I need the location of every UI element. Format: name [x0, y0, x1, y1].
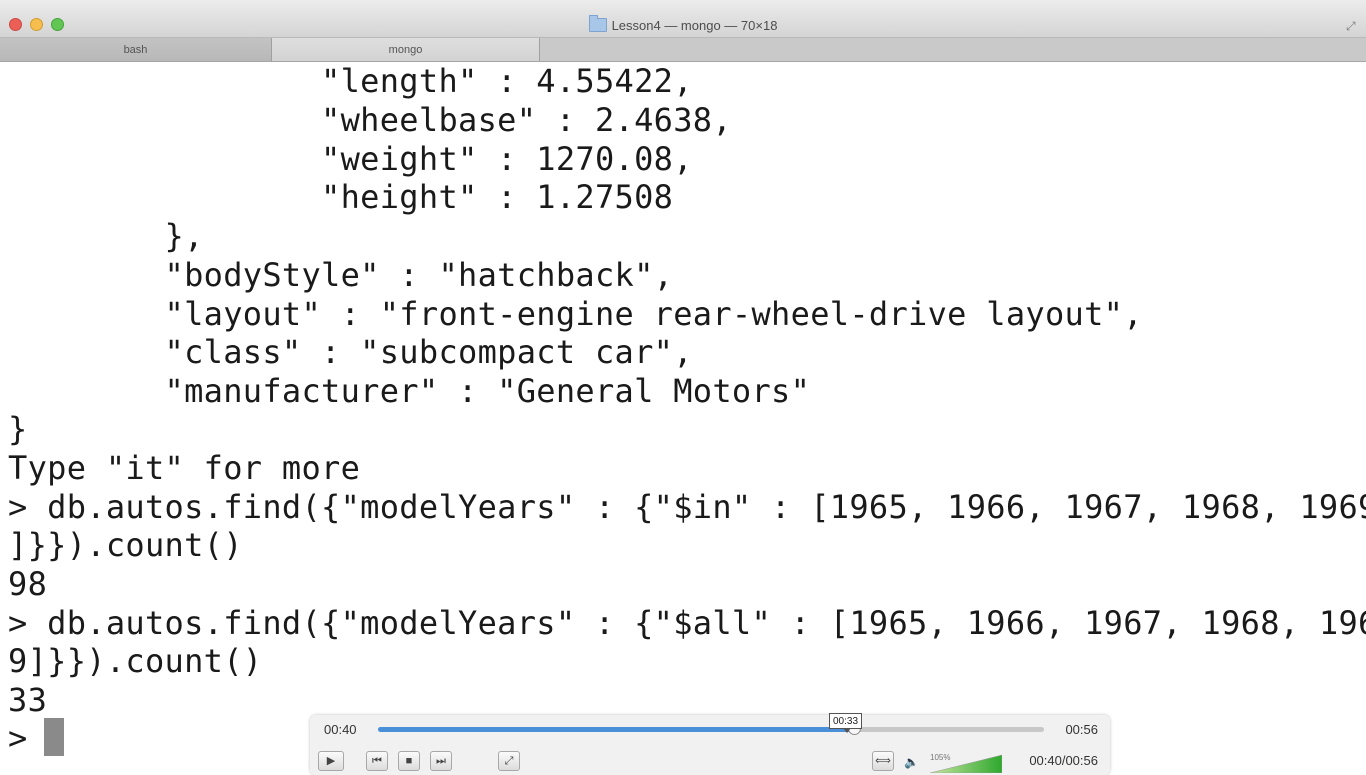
volume-level-label: 105% — [930, 753, 951, 762]
terminal-command: 9]}}).count() — [8, 642, 263, 680]
terminal-line: "height" : 1.27508 — [8, 178, 674, 216]
seek-bar-fill — [378, 727, 855, 732]
window-title: Lesson4 — mongo — 70×18 — [611, 18, 778, 33]
terminal-line: "class" : "subcompact car", — [8, 333, 693, 371]
video-controller: 00:40 00:33 00:56 ▶ ⏮ ■ ⏭ ⤢ ⟺ 🔈 105% 00:… — [310, 713, 1110, 775]
terminal-command: ]}}).count() — [8, 526, 243, 564]
text-cursor — [44, 718, 64, 756]
window-title-container: Lesson4 — mongo — 70×18 — [0, 15, 1366, 35]
next-icon[interactable]: ⏭ — [430, 751, 452, 771]
terminal-window: Lesson4 — mongo — 70×18 ⤢ bash mongo "le… — [0, 0, 1366, 775]
title-bar[interactable]: Lesson4 — mongo — 70×18 ⤢ — [0, 0, 1366, 38]
stop-icon[interactable]: ■ — [398, 751, 420, 771]
terminal-line: Type "it" for more — [8, 449, 361, 487]
seek-hover-tooltip: 00:33 — [829, 713, 862, 733]
elapsed-time: 00:40 — [324, 722, 357, 737]
seek-bar[interactable]: 00:33 — [378, 713, 1044, 735]
terminal-line: }, — [8, 217, 204, 255]
remaining-time: 00:56 — [1065, 722, 1098, 737]
volume-icon[interactable]: 🔈 — [904, 755, 919, 769]
tab-bar: bash mongo — [0, 38, 1366, 62]
loop-icon[interactable]: ⟺ — [872, 751, 894, 771]
terminal-line: "weight" : 1270.08, — [8, 140, 693, 178]
play-icon[interactable]: ▶ — [318, 751, 344, 771]
terminal-line: "wheelbase" : 2.4638, — [8, 101, 732, 139]
terminal-result: 33 — [8, 681, 48, 719]
terminal-command: > db.autos.find({"modelYears" : {"$all" … — [8, 604, 1366, 642]
fullscreen-arrows-icon[interactable]: ⤢ — [1346, 20, 1358, 32]
combined-time: 00:40/00:56 — [1029, 753, 1098, 768]
terminal-line: } — [8, 410, 28, 448]
terminal-line: "manufacturer" : "General Motors" — [8, 372, 811, 410]
folder-icon — [588, 15, 607, 32]
fullscreen-icon[interactable]: ⤢ — [498, 751, 520, 771]
terminal-line: "layout" : "front-engine rear-wheel-driv… — [8, 295, 1143, 333]
terminal-result: 98 — [8, 565, 48, 603]
terminal-line: "bodyStyle" : "hatchback", — [8, 256, 674, 294]
tab-mongo[interactable]: mongo — [272, 38, 540, 61]
tab-bash[interactable]: bash — [0, 38, 272, 61]
terminal-line: "length" : 4.55422, — [8, 62, 693, 100]
terminal-output[interactable]: "length" : 4.55422, "wheelbase" : 2.4638… — [0, 62, 1366, 768]
terminal-command: > db.autos.find({"modelYears" : {"$in" :… — [8, 488, 1366, 526]
previous-icon[interactable]: ⏮ — [366, 751, 388, 771]
terminal-prompt: > — [8, 719, 48, 757]
